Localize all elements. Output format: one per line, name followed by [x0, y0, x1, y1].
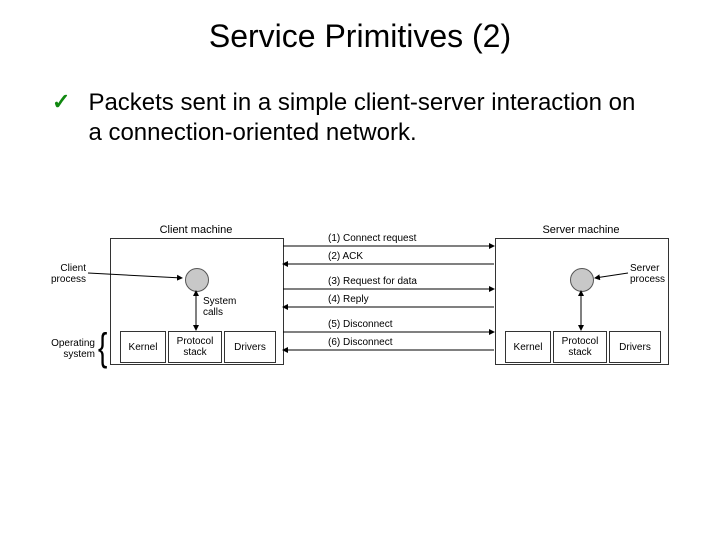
- client-process-label: Client process: [50, 263, 86, 285]
- msg-6-label: (6) Disconnect: [328, 337, 392, 348]
- server-protocol-stack-box: Protocol stack: [553, 331, 607, 363]
- server-process-label: Server process: [630, 263, 665, 285]
- msg-4-label: (4) Reply: [328, 294, 369, 305]
- client-process-circle: [185, 268, 209, 292]
- server-machine-label: Server machine: [495, 224, 667, 236]
- msg-2-label: (2) ACK: [328, 251, 363, 262]
- client-machine-label: Client machine: [110, 224, 282, 236]
- client-drivers-box: Drivers: [224, 331, 276, 363]
- server-process-circle: [570, 268, 594, 292]
- bullet-text: Packets sent in a simple client-server i…: [88, 88, 648, 148]
- msg-1-label: (1) Connect request: [328, 233, 416, 244]
- client-protocol-stack-box: Protocol stack: [168, 331, 222, 363]
- check-icon: ✓: [52, 88, 70, 116]
- server-kernel-box: Kernel: [505, 331, 551, 363]
- bullet-row: ✓ Packets sent in a simple client-server…: [52, 88, 648, 148]
- client-kernel-box: Kernel: [120, 331, 166, 363]
- msg-5-label: (5) Disconnect: [328, 319, 392, 330]
- operating-system-label: Operating system: [45, 338, 95, 360]
- diagram: Client machine Server machine Kernel Pro…: [50, 218, 670, 418]
- server-drivers-box: Drivers: [609, 331, 661, 363]
- brace-icon: {: [98, 326, 107, 371]
- msg-3-label: (3) Request for data: [328, 276, 417, 287]
- slide-title: Service Primitives (2): [0, 18, 720, 55]
- system-calls-label: System calls: [203, 296, 236, 318]
